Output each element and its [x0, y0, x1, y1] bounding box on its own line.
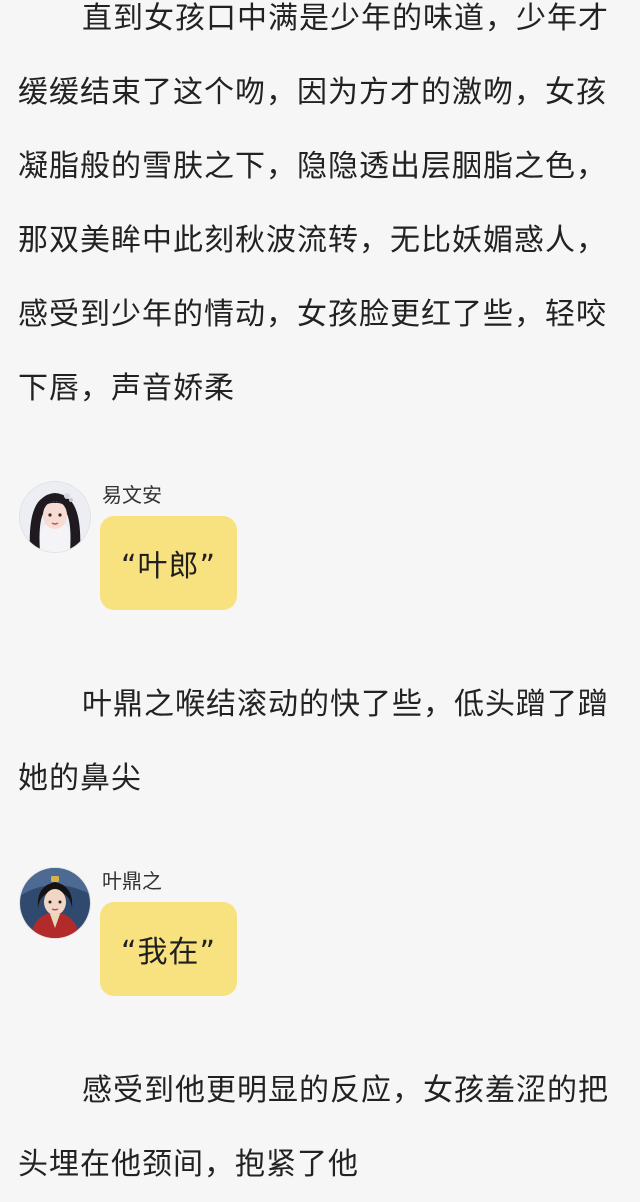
male-character-avatar-icon — [20, 868, 90, 938]
speaker-name: 叶鼎之 — [102, 869, 162, 893]
speaker-name: 易文安 — [102, 483, 162, 507]
dialogue-message: 叶鼎之 “我在” — [20, 868, 620, 1008]
dialogue-message: 易文安 “叶郎” — [20, 482, 620, 622]
story-paragraph: 叶鼎之喉结滚动的快了些，低头蹭了蹭她的鼻尖 — [18, 687, 609, 796]
story-paragraph: 直到女孩口中满是少年的味道，少年才缓缓结束了这个吻，因为方才的激吻，女孩凝脂般的… — [18, 1, 609, 406]
dialogue-bubble: “叶郎” — [100, 516, 237, 610]
story-paragraph: 感受到他更明显的反应，女孩羞涩的把头埋在他颈间，抱紧了他 — [18, 1073, 609, 1182]
female-character-avatar-icon — [20, 482, 90, 552]
dialogue-bubble: “我在” — [100, 902, 237, 996]
